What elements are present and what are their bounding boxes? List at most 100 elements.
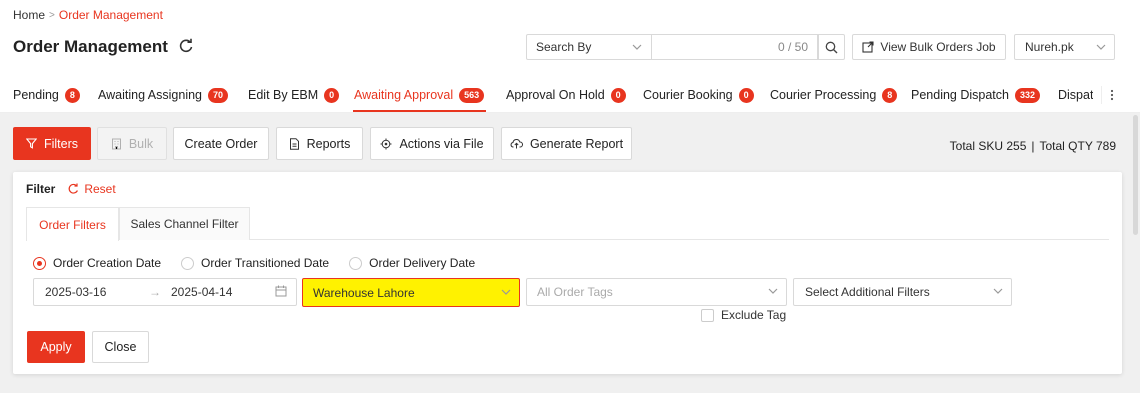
more-tabs-button[interactable] [1101, 86, 1121, 104]
breadcrumb-home[interactable]: Home [13, 8, 45, 22]
search-by-label: Search By [536, 40, 592, 54]
exclude-tag-label: Exclude Tag [721, 308, 787, 322]
reports-button[interactable]: Reports [276, 127, 363, 160]
bulk-label: Bulk [128, 136, 154, 151]
date-from[interactable]: 2025-03-16 [45, 285, 106, 299]
filters-label: Filters [43, 136, 79, 151]
bulk-button[interactable]: Bulk [97, 127, 167, 160]
tab-label: Order Filters [39, 217, 106, 232]
generate-report-button[interactable]: Generate Report [501, 127, 632, 160]
search-by-select[interactable]: Search By [526, 34, 652, 60]
tab-label: Awaiting Assigning [98, 88, 203, 102]
tab-edit-by-ebm[interactable]: Edit By EBM 0 [248, 86, 340, 104]
tab-label: Approval On Hold [506, 88, 605, 102]
arrow-right-icon: → [149, 285, 161, 299]
tab-count-badge: 8 [64, 87, 80, 103]
tab-dispatched[interactable]: Dispatc [1058, 86, 1093, 104]
date-type-radio-group: Order Creation Date Order Transitioned D… [33, 256, 475, 270]
tab-label: Courier Processing [770, 88, 877, 102]
tab-awaiting-assigning[interactable]: Awaiting Assigning 70 [98, 86, 229, 104]
breadcrumb-current: Order Management [58, 8, 163, 22]
filters-button[interactable]: Filters [13, 127, 91, 160]
warehouse-value: Warehouse Lahore [313, 285, 415, 300]
view-bulk-orders-job-button[interactable]: View Bulk Orders Job [852, 34, 1006, 60]
tab-count-badge: 70 [208, 87, 229, 103]
tab-sales-channel-filter[interactable]: Sales Channel Filter [119, 207, 250, 240]
document-icon [289, 137, 299, 150]
date-to[interactable]: 2025-04-14 [171, 285, 232, 299]
order-tags-select[interactable]: All Order Tags [526, 278, 787, 306]
radio-unchecked [349, 256, 363, 270]
additional-filters-select[interactable]: Select Additional Filters [793, 278, 1012, 306]
radio-order-creation-date[interactable]: Order Creation Date [33, 256, 161, 270]
status-tabs: Pending 8 Awaiting Assigning 70 Edit By … [0, 78, 1140, 113]
reset-icon [68, 183, 79, 194]
create-order-button[interactable]: Create Order [173, 127, 269, 160]
tab-pending[interactable]: Pending 8 [13, 86, 80, 104]
cloud-upload-icon [510, 139, 523, 149]
page-scrollbar[interactable] [1133, 115, 1138, 235]
tab-count-badge: 0 [324, 87, 340, 103]
filter-tabs: Order Filters Sales Channel Filter [26, 207, 1109, 241]
refresh-icon[interactable] [178, 38, 194, 54]
filter-heading: Filter [26, 182, 56, 196]
tab-count-badge: 0 [738, 87, 754, 103]
chevron-down-icon [768, 288, 778, 294]
additional-filters-label: Select Additional Filters [805, 285, 930, 299]
radio-order-delivery-date[interactable]: Order Delivery Date [349, 256, 475, 270]
tab-label: Dispatc [1058, 88, 1093, 102]
tab-order-filters[interactable]: Order Filters [26, 207, 119, 241]
radio-unchecked [181, 256, 195, 270]
total-qty: Total QTY 789 [1039, 139, 1117, 153]
breadcrumb: Home > Order Management [13, 8, 163, 22]
store-select[interactable]: Nureh.pk [1014, 34, 1115, 60]
page-title: Order Management [13, 37, 168, 56]
checkbox-unchecked [701, 308, 714, 322]
tab-pending-dispatch[interactable]: Pending Dispatch 332 [911, 86, 1041, 104]
chevron-down-icon [501, 289, 511, 295]
close-label: Close [104, 340, 137, 354]
radio-order-transitioned-date[interactable]: Order Transitioned Date [181, 256, 329, 270]
exclude-tag-checkbox[interactable]: Exclude Tag [701, 308, 786, 322]
calendar-icon [275, 285, 287, 297]
radio-label: Order Delivery Date [369, 256, 476, 270]
radio-label: Order Transitioned Date [201, 256, 330, 270]
active-tab-indicator [353, 110, 486, 112]
close-button[interactable]: Close [92, 331, 149, 363]
tab-count-badge: 8 [882, 87, 898, 103]
reset-button[interactable]: Reset [67, 182, 116, 196]
tab-courier-booking[interactable]: Courier Booking 0 [643, 86, 754, 104]
tab-courier-processing[interactable]: Courier Processing 8 [770, 86, 898, 104]
tab-label: Sales Channel Filter [130, 217, 239, 231]
warehouse-select[interactable]: Warehouse Lahore [302, 278, 520, 307]
store-name: Nureh.pk [1025, 40, 1074, 54]
chevron-down-icon [993, 288, 1003, 294]
tab-label: Pending Dispatch [911, 88, 1009, 102]
totals-separator: | [1031, 139, 1035, 153]
radio-label: Order Creation Date [53, 256, 162, 270]
date-range-picker[interactable]: 2025-03-16 → 2025-04-14 [33, 278, 297, 306]
tab-label: Courier Booking [643, 88, 733, 102]
order-tags-placeholder: All Order Tags [537, 285, 613, 299]
tab-count-badge: 332 [1014, 87, 1041, 103]
tab-awaiting-approval[interactable]: Awaiting Approval 563 [354, 86, 485, 104]
tab-count-badge: 563 [459, 87, 485, 103]
apply-button[interactable]: Apply [27, 331, 85, 363]
search-icon [825, 41, 838, 53]
apply-label: Apply [40, 340, 72, 354]
actions-via-file-button[interactable]: Actions via File [370, 127, 494, 160]
search-char-counter: 0 / 50 [777, 40, 808, 54]
building-icon [111, 138, 121, 149]
target-icon [380, 138, 392, 149]
page-header: Home > Order Management Order Management… [0, 0, 1140, 113]
tab-approval-on-hold[interactable]: Approval On Hold 0 [506, 86, 626, 104]
actions-via-file-label: Actions via File [399, 136, 484, 151]
filter-icon [25, 138, 37, 149]
search-input[interactable]: 0 / 50 [651, 34, 818, 60]
tab-label: Pending [13, 88, 59, 102]
status-tabs-scroll: Pending 8 Awaiting Assigning 70 Edit By … [0, 78, 1093, 113]
filter-panel: Filter Reset Order Filters Sales Channel… [13, 172, 1122, 374]
chevron-down-icon [1096, 44, 1106, 50]
tab-count-badge: 0 [610, 87, 626, 103]
search-button[interactable] [818, 34, 845, 60]
